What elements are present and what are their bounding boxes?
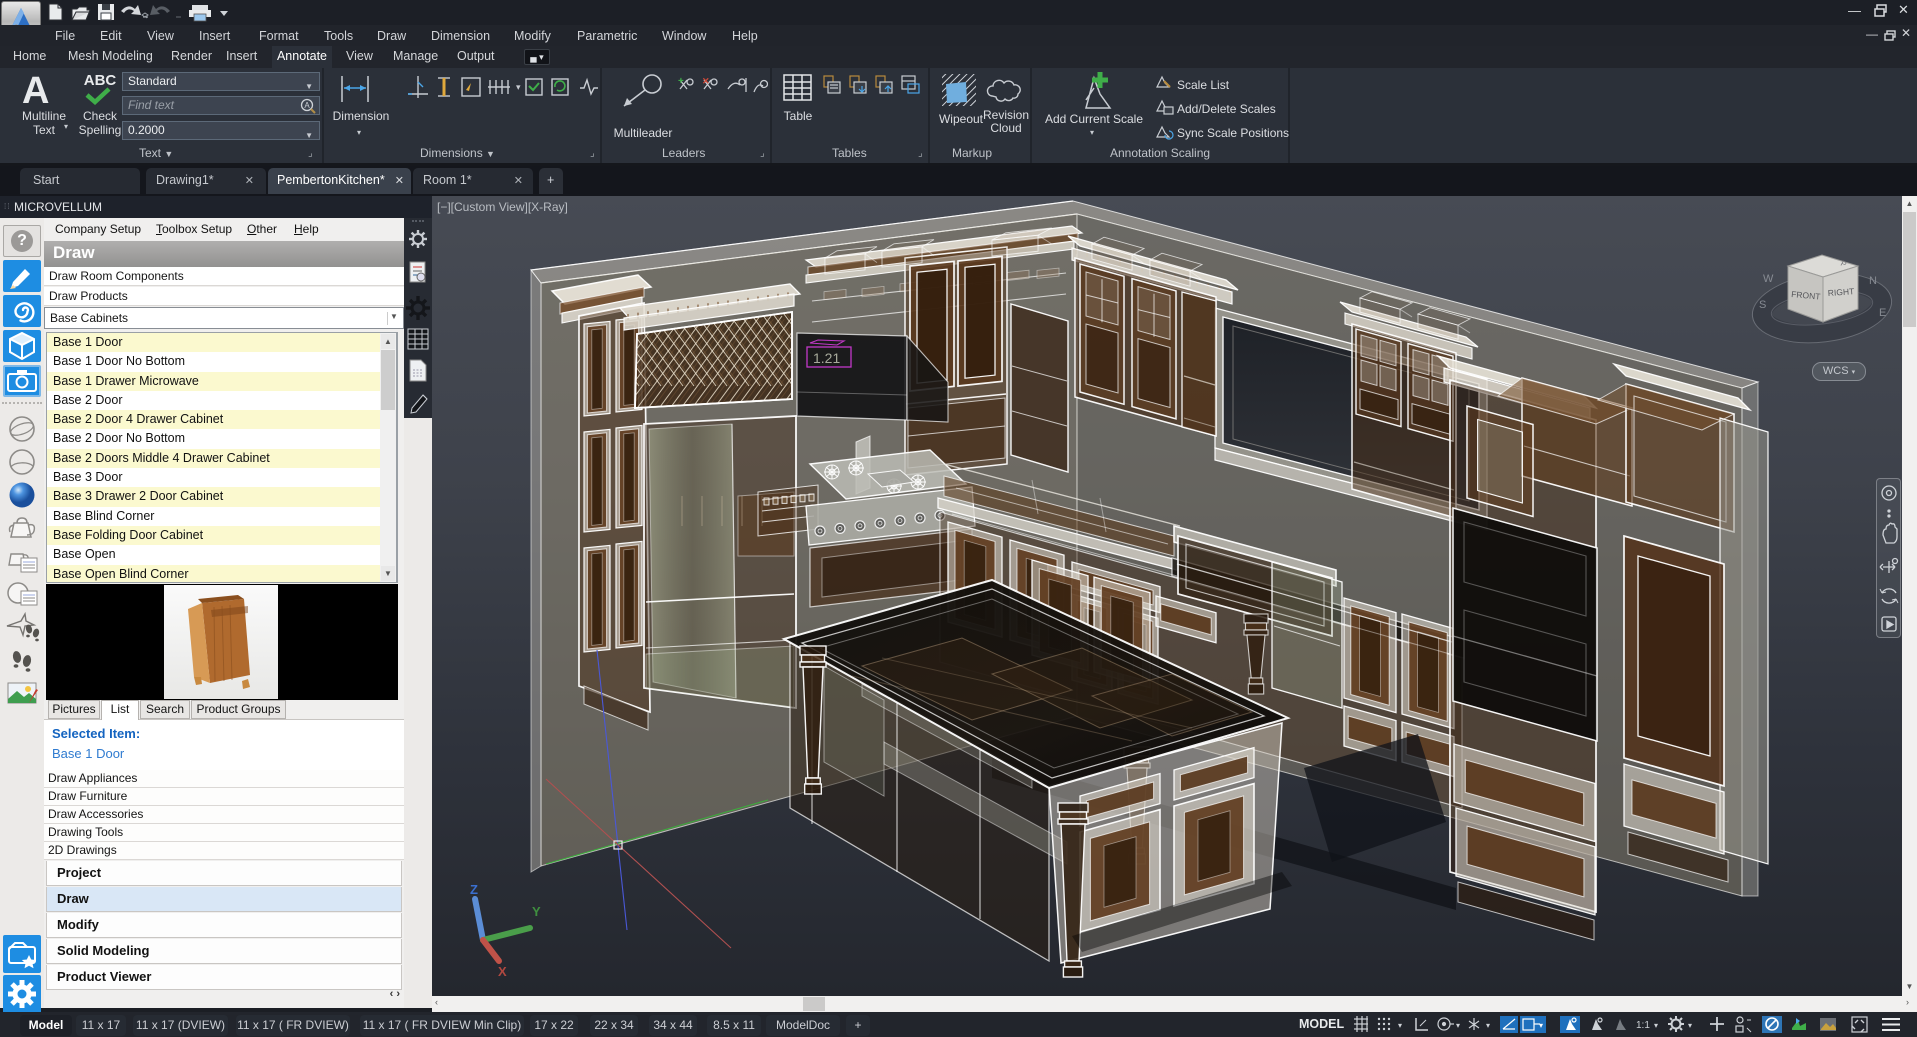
svg-text:Z: Z (470, 882, 478, 897)
svg-text:RIGHT: RIGHT (1827, 286, 1854, 298)
svg-text:1.21: 1.21 (813, 350, 840, 366)
svg-text:Y: Y (532, 904, 541, 919)
svg-text:+: + (678, 76, 684, 87)
svg-text:A: A (304, 101, 310, 110)
svg-text:▾: ▾ (1688, 1021, 1692, 1030)
svg-text:✕: ✕ (702, 76, 710, 86)
svg-text:S: S (1759, 299, 1766, 311)
svg-text:▾: ▾ (1398, 1021, 1402, 1030)
svg-text:E: E (1879, 307, 1886, 319)
svg-text:X: X (498, 964, 507, 979)
svg-text:▾: ▾ (1654, 1021, 1658, 1030)
svg-text:1:1: 1:1 (1636, 1020, 1650, 1031)
svg-text:▾: ▾ (516, 82, 521, 92)
svg-text:▾: ▾ (1456, 1021, 1460, 1030)
svg-text:W: W (1763, 273, 1774, 285)
svg-text:▾: ▾ (1486, 1021, 1490, 1030)
svg-text:▾: ▾ (1539, 1021, 1543, 1030)
svg-text:N: N (1869, 275, 1877, 287)
